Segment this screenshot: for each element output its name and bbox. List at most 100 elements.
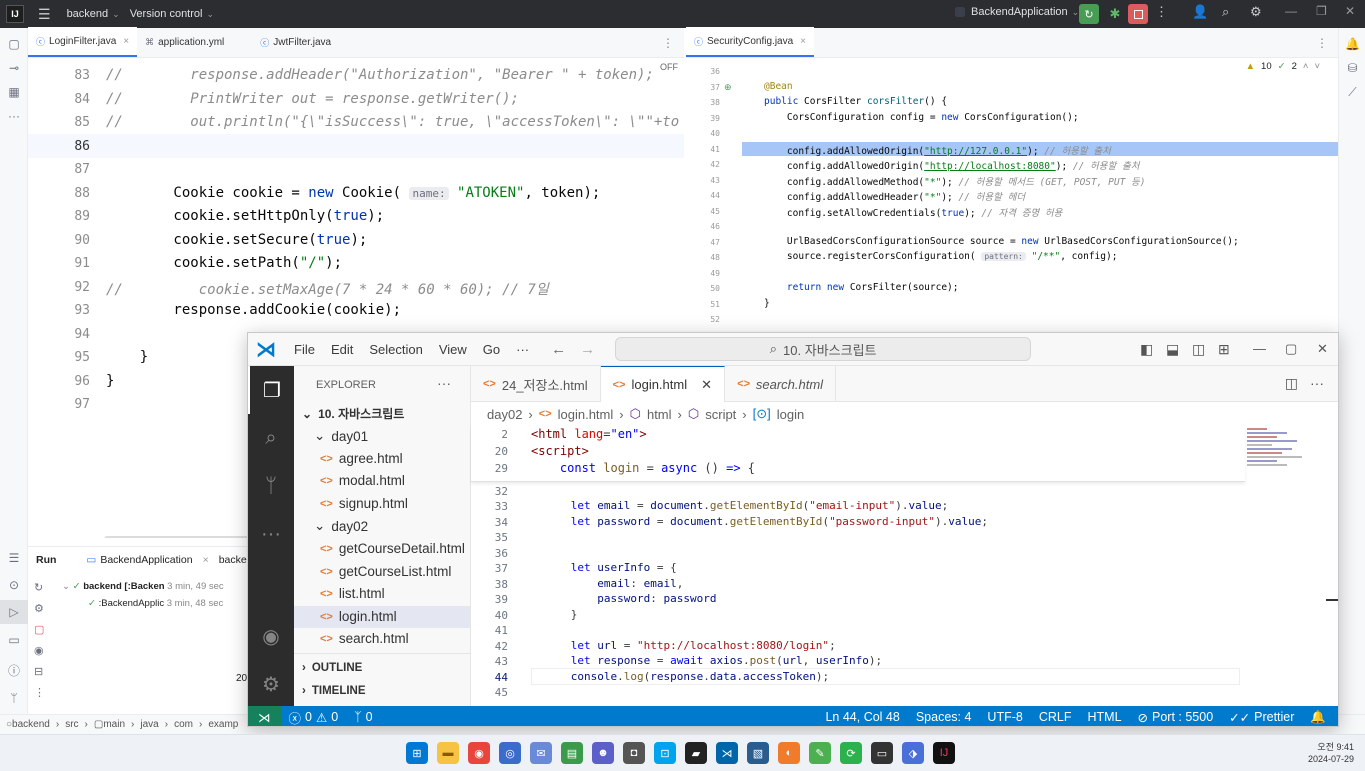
- ij-right-editor[interactable]: 36 37 38 39 40 41 42 43 44 45 46 47 48 4…: [686, 58, 1338, 330]
- indentation[interactable]: Spaces: 4: [908, 710, 980, 724]
- account-icon[interactable]: ◉: [248, 612, 294, 660]
- customize-layout-icon[interactable]: ⊞: [1218, 341, 1230, 358]
- folder-icon[interactable]: ▢: [0, 32, 28, 56]
- camera-icon[interactable]: ◘: [623, 742, 645, 764]
- more-icon[interactable]: ⋮: [34, 686, 45, 699]
- remote-icon[interactable]: ⋊: [248, 706, 281, 726]
- chevron-up-icon[interactable]: ˄: [1303, 61, 1309, 72]
- file-explorer-icon[interactable]: ▬: [437, 742, 459, 764]
- stop-icon[interactable]: [1128, 4, 1148, 24]
- folder-day01[interactable]: ⌄ day01: [314, 428, 368, 444]
- file-item[interactable]: <> list.html: [320, 586, 385, 601]
- database-icon[interactable]: ▧: [747, 742, 769, 764]
- breadcrumb-item[interactable]: java: [140, 719, 158, 730]
- file-item[interactable]: <> modal.html: [320, 473, 405, 488]
- more-icon[interactable]: ···: [1310, 375, 1324, 391]
- menu-go[interactable]: Go: [475, 342, 508, 357]
- problems-status[interactable]: ⓧ 0 ⚠ 0: [281, 708, 347, 727]
- notes-icon[interactable]: ▰: [685, 742, 707, 764]
- file-item[interactable]: <> agree.html: [320, 451, 403, 466]
- breadcrumb-item[interactable]: com: [174, 719, 193, 730]
- breadcrumb-item[interactable]: day02: [487, 407, 522, 422]
- notifications-icon[interactable]: 🔔: [1339, 32, 1365, 56]
- more-icon[interactable]: ···: [437, 375, 451, 391]
- menu-more[interactable]: ···: [508, 342, 537, 357]
- file-item[interactable]: <> signup.html: [320, 496, 408, 511]
- toggle-secondary-sidebar-icon[interactable]: ◫: [1192, 341, 1205, 358]
- app-icon[interactable]: ✎: [809, 742, 831, 764]
- menu-view[interactable]: View: [431, 342, 475, 357]
- cursor-position[interactable]: Ln 44, Col 48: [817, 710, 907, 724]
- timeline-section[interactable]: › TIMELINE: [302, 685, 366, 697]
- tab-login[interactable]: <> login.html ✕: [600, 366, 726, 402]
- source-control-icon[interactable]: ᛘ: [248, 462, 294, 510]
- chat-icon[interactable]: ✉: [530, 742, 552, 764]
- breadcrumb-item[interactable]: main: [103, 719, 125, 730]
- problems-icon[interactable]: ⓘ: [0, 658, 28, 682]
- debug-icon[interactable]: ✱: [1105, 4, 1125, 24]
- database-icon[interactable]: ⛁: [1339, 56, 1365, 80]
- vscode-icon[interactable]: ⋊: [716, 742, 738, 764]
- breadcrumb-item[interactable]: login: [777, 407, 804, 422]
- search-icon[interactable]: ⌕: [1222, 4, 1229, 20]
- commit-icon[interactable]: ⊸: [0, 56, 28, 80]
- split-editor-icon[interactable]: ◫: [1285, 375, 1298, 392]
- horizontal-scrollbar[interactable]: [104, 536, 264, 538]
- file-item[interactable]: <> getCourseList.html: [320, 564, 451, 579]
- menu-file[interactable]: File: [286, 342, 323, 357]
- clock[interactable]: 오전 9:41 2024-07-29: [1296, 741, 1354, 765]
- stop-icon[interactable]: ▢: [34, 623, 45, 636]
- view-icon[interactable]: ◉: [34, 644, 45, 657]
- project-selector[interactable]: backend: [67, 8, 109, 20]
- file-item[interactable]: <> getCourseDetail.html: [320, 541, 465, 556]
- run-config-selector[interactable]: BackendApplication: [971, 6, 1068, 18]
- menu-selection[interactable]: Selection: [361, 342, 430, 357]
- discord-icon[interactable]: ☻: [592, 742, 614, 764]
- back-arrow-icon[interactable]: ←: [551, 341, 566, 358]
- breadcrumb-item[interactable]: script: [705, 407, 736, 422]
- intellij-icon[interactable]: IJ: [933, 742, 955, 764]
- run-tree-item[interactable]: ⌄ ✓ backend [:Backen 3 min, 49 sec: [62, 581, 224, 592]
- chevron-down-icon[interactable]: ˅: [1314, 61, 1320, 72]
- minimize-icon[interactable]: —: [1253, 341, 1266, 356]
- forward-arrow-icon[interactable]: →: [580, 341, 595, 358]
- file-item[interactable]: <> search.html: [320, 631, 409, 646]
- breadcrumb-item[interactable]: src: [65, 719, 78, 730]
- file-item[interactable]: <> login.html: [320, 609, 397, 624]
- list-icon[interactable]: ☰: [0, 546, 28, 570]
- user-icon[interactable]: 👤: [1192, 4, 1208, 20]
- sheet-icon[interactable]: ▤: [561, 742, 583, 764]
- close-icon[interactable]: ✕: [701, 377, 712, 393]
- terminal-icon[interactable]: ▭: [871, 742, 893, 764]
- app-icon[interactable]: ⬗: [902, 742, 924, 764]
- maximize-icon[interactable]: ❐: [1316, 4, 1327, 18]
- close-icon[interactable]: ×: [123, 36, 129, 47]
- warning-icon[interactable]: ▲: [1246, 61, 1255, 72]
- line-endings[interactable]: CRLF: [1031, 710, 1080, 724]
- folder-day02[interactable]: ⌄ day02: [314, 518, 368, 534]
- language-mode[interactable]: HTML: [1080, 710, 1130, 724]
- gear-icon[interactable]: ⚙: [1250, 4, 1262, 20]
- encoding[interactable]: UTF-8: [979, 710, 1030, 724]
- breadcrumb-item[interactable]: login.html: [558, 407, 614, 422]
- gradle-icon[interactable]: ⟋: [1339, 80, 1365, 104]
- ports-status[interactable]: ᛉ0: [346, 710, 380, 724]
- prettier-status[interactable]: ✓✓ Prettier: [1221, 710, 1302, 725]
- vcs-selector[interactable]: Version control: [130, 8, 203, 20]
- tab-loginfilter[interactable]: ⓒ LoginFilter.java ×: [28, 27, 138, 57]
- more-icon[interactable]: ⋮: [662, 36, 674, 50]
- gear-icon[interactable]: ⚙: [248, 660, 294, 708]
- bell-icon[interactable]: 🔔: [1302, 710, 1338, 725]
- run-tree-item[interactable]: ✓ :BackendApplic 3 min, 48 sec: [88, 598, 223, 609]
- app-icon[interactable]: ⊡: [654, 742, 676, 764]
- toggle-panel-icon[interactable]: ⬓: [1166, 341, 1179, 358]
- outline-section[interactable]: › OUTLINE: [302, 662, 362, 674]
- live-server-port[interactable]: ⊘ Port : 5500: [1130, 710, 1222, 725]
- command-center-search[interactable]: ⌕ 10. 자바스크립트: [615, 337, 1032, 361]
- breadcrumb-item[interactable]: backend: [12, 719, 50, 730]
- start-icon[interactable]: ⊞: [406, 742, 428, 764]
- close-icon[interactable]: ×: [800, 36, 806, 47]
- tab-24-storage[interactable]: <> 24_저장소.html: [471, 366, 601, 402]
- run-tab[interactable]: backe: [219, 554, 247, 566]
- breadcrumb-item[interactable]: examp: [208, 719, 238, 730]
